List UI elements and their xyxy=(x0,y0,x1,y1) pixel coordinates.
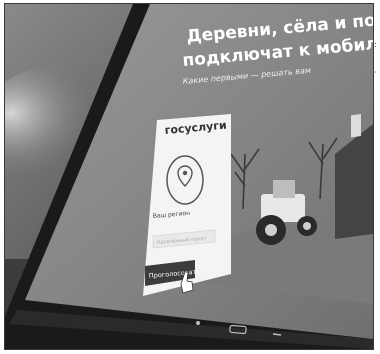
photo-scene: Деревни, сёла и посёлки подключат к моби… xyxy=(5,4,373,349)
margin-mark: : xyxy=(374,40,377,49)
image-frame: Деревни, сёла и посёлки подключат к моби… xyxy=(0,0,380,354)
photo: Деревни, сёла и посёлки подключат к моби… xyxy=(4,3,374,350)
back-button-icon xyxy=(272,333,282,336)
sensor-dot xyxy=(196,321,200,325)
barn-door xyxy=(351,113,361,138)
margin-mark: · xyxy=(374,68,377,77)
